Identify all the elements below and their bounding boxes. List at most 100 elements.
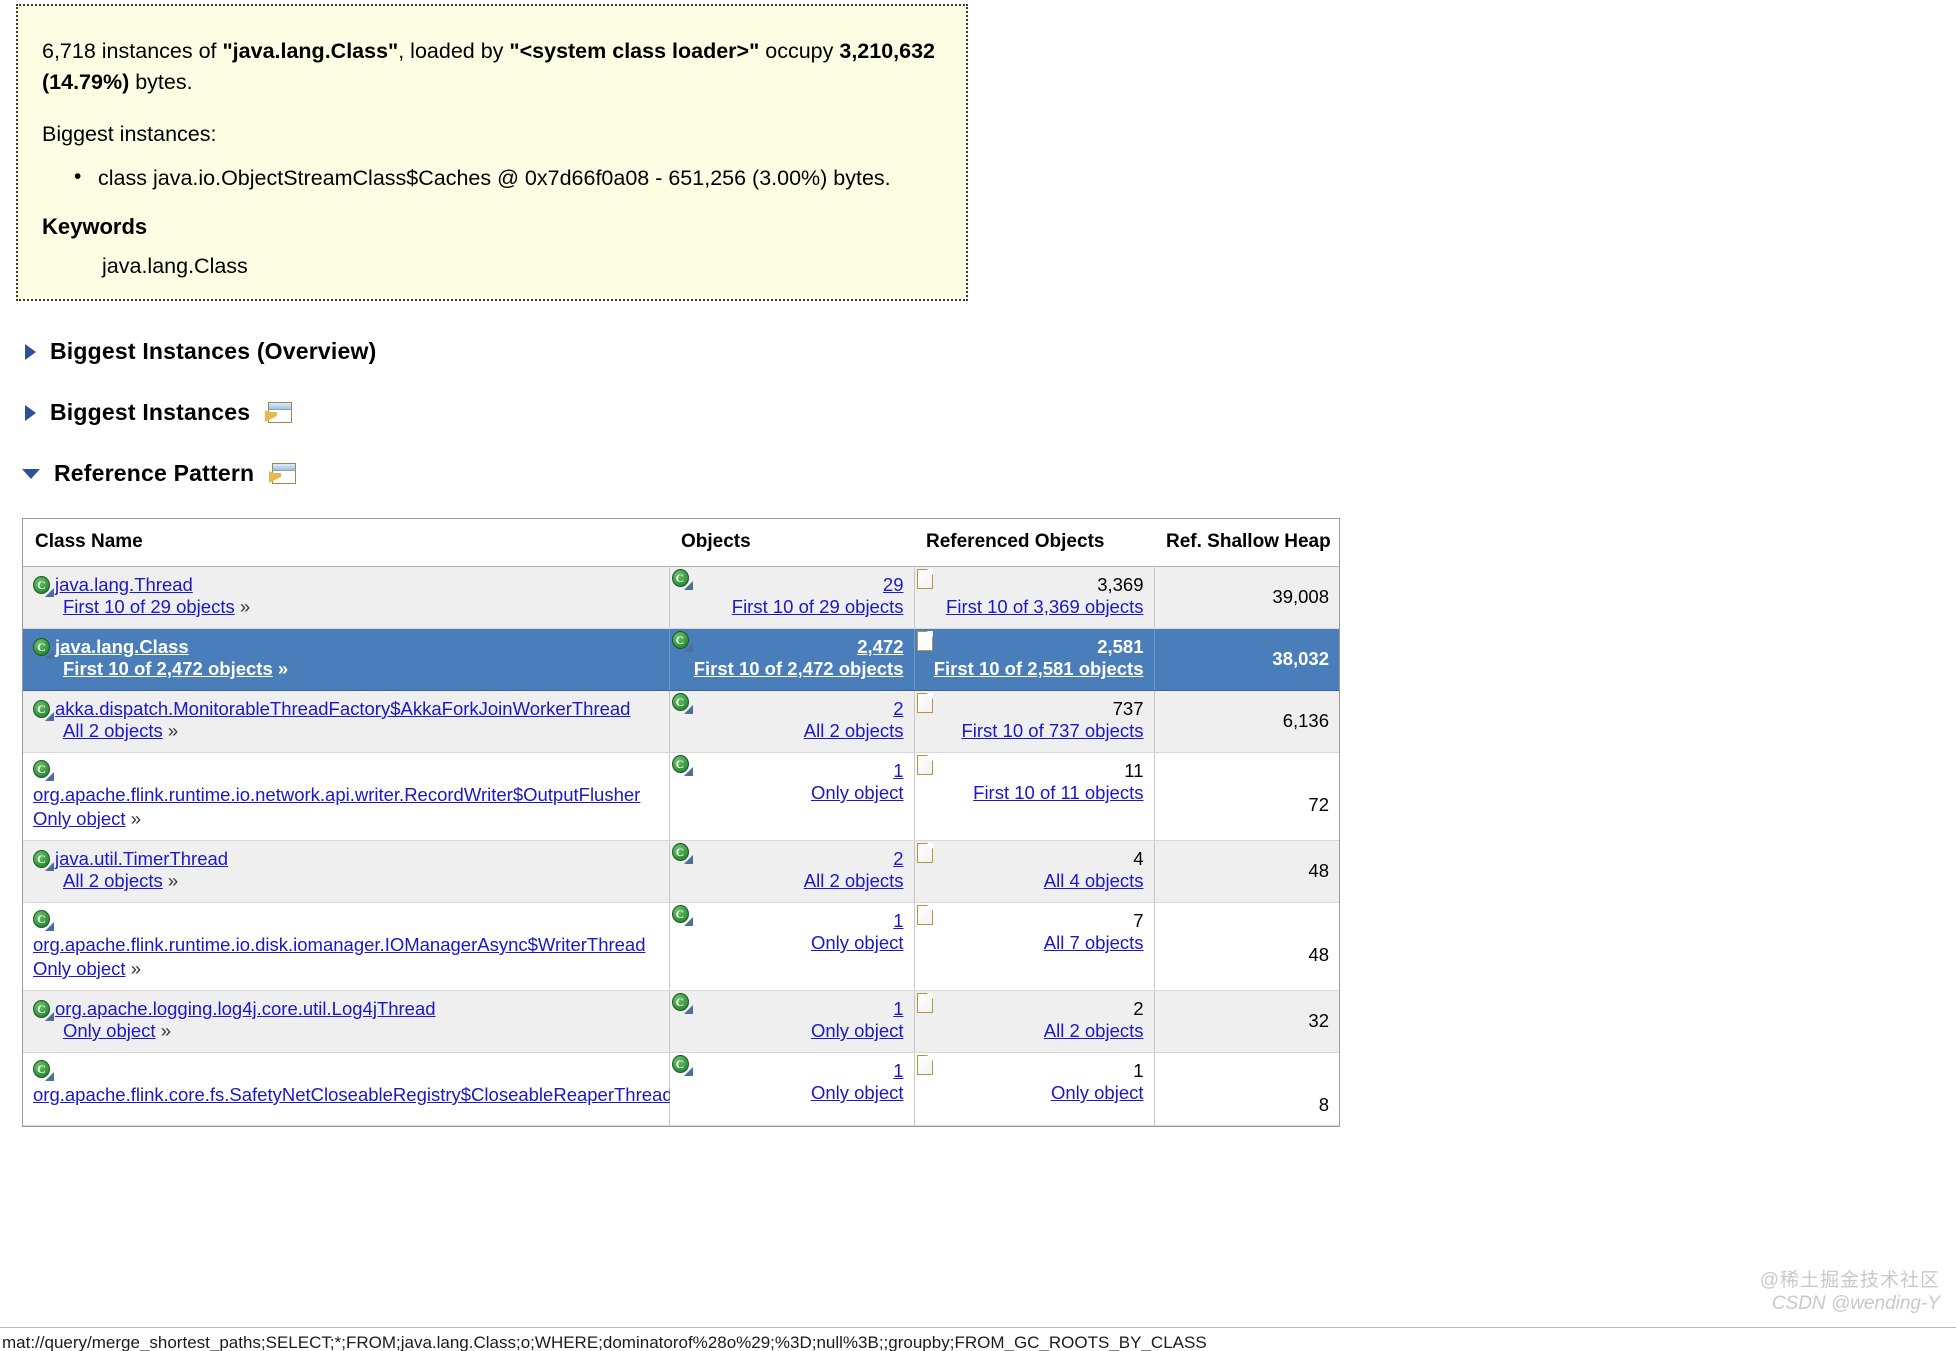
objects-detail-link[interactable]: Only object	[811, 932, 904, 953]
cell-class-name[interactable]: Corg.apache.flink.runtime.io.network.api…	[23, 753, 669, 841]
referenced-objects-link[interactable]: First 10 of 737 objects	[961, 720, 1143, 741]
objects-count-link[interactable]: 1	[893, 760, 903, 781]
referenced-objects-value: 2,581	[925, 636, 1144, 658]
column-header-ref-shallow-heap[interactable]: Ref. Shallow Heap	[1154, 519, 1339, 567]
objects-count-link[interactable]: 2,472	[857, 636, 903, 657]
objects-detail-link[interactable]: Only object	[811, 1020, 904, 1041]
class-name-link[interactable]: java.lang.Class	[55, 636, 189, 657]
object-count-link[interactable]: All 2 objects	[63, 720, 163, 741]
expand-chevron[interactable]: »	[131, 808, 141, 829]
column-header-objects[interactable]: Objects	[669, 519, 914, 567]
open-in-pane-icon[interactable]	[268, 402, 292, 423]
cell-class-name[interactable]: Corg.apache.flink.core.fs.SafetyNetClose…	[23, 1053, 669, 1126]
referenced-objects-link[interactable]: First 10 of 11 objects	[973, 782, 1143, 803]
expand-chevron[interactable]: »	[131, 958, 141, 979]
table-row[interactable]: Cjava.lang.ClassFirst 10 of 2,472 object…	[23, 629, 1339, 691]
objects-detail-link[interactable]: All 2 objects	[804, 720, 904, 741]
object-count-link[interactable]: Only object	[33, 808, 126, 829]
class-icon-corner	[45, 712, 54, 721]
cell-referenced-objects[interactable]: 11First 10 of 11 objects	[914, 753, 1154, 841]
objects-detail-link[interactable]: Only object	[811, 1082, 904, 1103]
referenced-objects-link[interactable]: All 7 objects	[1044, 932, 1144, 953]
table-row[interactable]: Corg.apache.flink.core.fs.SafetyNetClose…	[23, 1053, 1339, 1126]
object-count-link[interactable]: Only object	[63, 1020, 156, 1041]
arrow-shaft	[270, 473, 281, 477]
table-row[interactable]: Corg.apache.logging.log4j.core.util.Log4…	[23, 991, 1339, 1053]
class-icon: C	[33, 910, 52, 929]
objects-detail-link[interactable]: First 10 of 29 objects	[732, 596, 904, 617]
referenced-objects-link[interactable]: First 10 of 3,369 objects	[946, 596, 1143, 617]
class-icon-corner	[684, 1005, 693, 1014]
class-name-link[interactable]: java.util.TimerThread	[55, 848, 228, 869]
class-name-link[interactable]: org.apache.logging.log4j.core.util.Log4j…	[55, 998, 436, 1019]
cell-objects[interactable]: C1Only object	[669, 753, 914, 841]
cell-objects[interactable]: C2All 2 objects	[669, 691, 914, 753]
table-row[interactable]: Corg.apache.flink.runtime.io.disk.iomana…	[23, 903, 1339, 991]
cell-objects[interactable]: C2,472First 10 of 2,472 objects	[669, 629, 914, 691]
objects-count-link[interactable]: 29	[883, 574, 904, 595]
cell-referenced-objects[interactable]: 737First 10 of 737 objects	[914, 691, 1154, 753]
class-name-link[interactable]: org.apache.flink.runtime.io.network.api.…	[33, 784, 640, 805]
referenced-objects-link[interactable]: Only object	[1051, 1082, 1144, 1103]
cell-referenced-objects[interactable]: 4All 4 objects	[914, 841, 1154, 903]
class-icon: C	[672, 905, 691, 924]
objects-detail-link[interactable]: First 10 of 2,472 objects	[694, 658, 904, 679]
objects-count-link[interactable]: 2	[893, 698, 903, 719]
expand-chevron[interactable]: »	[161, 1020, 171, 1041]
chevron-down-icon[interactable]	[22, 469, 40, 479]
chevron-right-icon[interactable]	[25, 344, 36, 360]
chevron-right-icon[interactable]	[25, 405, 36, 421]
cell-class-name[interactable]: Cjava.lang.ClassFirst 10 of 2,472 object…	[23, 629, 669, 691]
objects-count-link[interactable]: 1	[893, 998, 903, 1019]
cell-class-name[interactable]: Corg.apache.flink.runtime.io.disk.iomana…	[23, 903, 669, 991]
class-icon: C	[33, 1000, 52, 1019]
object-count-link[interactable]: First 10 of 29 objects	[63, 596, 235, 617]
cell-objects[interactable]: C1Only object	[669, 991, 914, 1053]
column-header-class-name[interactable]: Class Name	[23, 519, 669, 567]
referenced-objects-link[interactable]: First 10 of 2,581 objects	[934, 658, 1144, 679]
class-name-link[interactable]: org.apache.flink.core.fs.SafetyNetClosea…	[33, 1084, 673, 1105]
cell-objects[interactable]: C 1Only object	[669, 903, 914, 991]
referenced-objects-link[interactable]: All 4 objects	[1044, 870, 1144, 891]
table-row[interactable]: Cjava.util.TimerThreadAll 2 objects »C2A…	[23, 841, 1339, 903]
cell-class-name[interactable]: Cjava.lang.ThreadFirst 10 of 29 objects …	[23, 567, 669, 629]
class-icon: C	[672, 1055, 691, 1074]
cell-objects[interactable]: C29First 10 of 29 objects	[669, 567, 914, 629]
object-count-link[interactable]: Only object	[33, 958, 126, 979]
cell-class-name[interactable]: Cakka.dispatch.MonitorableThreadFactory$…	[23, 691, 669, 753]
window-titlebar	[269, 403, 291, 410]
expand-chevron[interactable]: »	[168, 720, 178, 741]
object-count-link[interactable]: All 2 objects	[63, 870, 163, 891]
expand-chevron[interactable]: »	[278, 658, 288, 679]
table-row[interactable]: Cjava.lang.ThreadFirst 10 of 29 objects …	[23, 567, 1339, 629]
cell-referenced-objects[interactable]: 3,369First 10 of 3,369 objects	[914, 567, 1154, 629]
object-count-link[interactable]: First 10 of 2,472 objects	[63, 658, 273, 679]
open-in-pane-icon[interactable]	[272, 463, 296, 484]
cell-class-name[interactable]: Cjava.util.TimerThreadAll 2 objects »	[23, 841, 669, 903]
class-name-link[interactable]: akka.dispatch.MonitorableThreadFactory$A…	[55, 698, 630, 719]
expand-chevron[interactable]: »	[168, 870, 178, 891]
objects-detail-link[interactable]: Only object	[811, 782, 904, 803]
section-reference-pattern[interactable]: Reference Pattern	[22, 460, 296, 487]
class-name-link[interactable]: java.lang.Thread	[55, 574, 193, 595]
referenced-objects-link[interactable]: All 2 objects	[1044, 1020, 1144, 1041]
section-biggest-instances-overview[interactable]: Biggest Instances (Overview)	[22, 338, 376, 365]
objects-count-link[interactable]: 2	[893, 848, 903, 869]
section-biggest-instances[interactable]: Biggest Instances	[22, 399, 292, 426]
cell-class-name[interactable]: Corg.apache.logging.log4j.core.util.Log4…	[23, 991, 669, 1053]
cell-referenced-objects[interactable]: 2All 2 objects	[914, 991, 1154, 1053]
table-row[interactable]: Cakka.dispatch.MonitorableThreadFactory$…	[23, 691, 1339, 753]
expand-chevron[interactable]: »	[240, 596, 250, 617]
table-row[interactable]: Corg.apache.flink.runtime.io.network.api…	[23, 753, 1339, 841]
column-header-referenced-objects[interactable]: Referenced Objects	[914, 519, 1154, 567]
cell-referenced-objects[interactable]: 1Only object	[914, 1053, 1154, 1126]
objects-detail-link[interactable]: All 2 objects	[804, 870, 904, 891]
class-icon: C	[33, 850, 52, 869]
cell-objects[interactable]: C2All 2 objects	[669, 841, 914, 903]
objects-count-link[interactable]: 1	[893, 1060, 903, 1081]
class-name-link[interactable]: org.apache.flink.runtime.io.disk.iomanag…	[33, 934, 646, 955]
objects-count-link[interactable]: 1	[893, 910, 903, 931]
cell-referenced-objects[interactable]: 7All 7 objects	[914, 903, 1154, 991]
cell-objects[interactable]: C 1Only object	[669, 1053, 914, 1126]
cell-referenced-objects[interactable]: 2,581First 10 of 2,581 objects	[914, 629, 1154, 691]
